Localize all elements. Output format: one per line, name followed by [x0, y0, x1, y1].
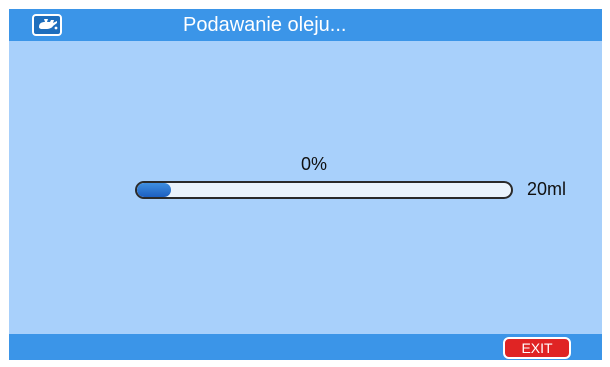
progress-fill [137, 183, 171, 197]
progress-bar [135, 181, 513, 199]
volume-label: 20ml [527, 179, 567, 199]
exit-button[interactable]: EXIT [503, 337, 571, 359]
progress-percent-label: 0% [301, 154, 328, 174]
bottom-bar: EXIT [9, 334, 602, 360]
oil-can-icon [32, 14, 62, 36]
title-bar: Podawanie oleju... [9, 9, 602, 41]
screen: Podawanie oleju... 0% 20ml EXIT [9, 9, 602, 360]
page-title: Podawanie oleju... [183, 14, 347, 36]
